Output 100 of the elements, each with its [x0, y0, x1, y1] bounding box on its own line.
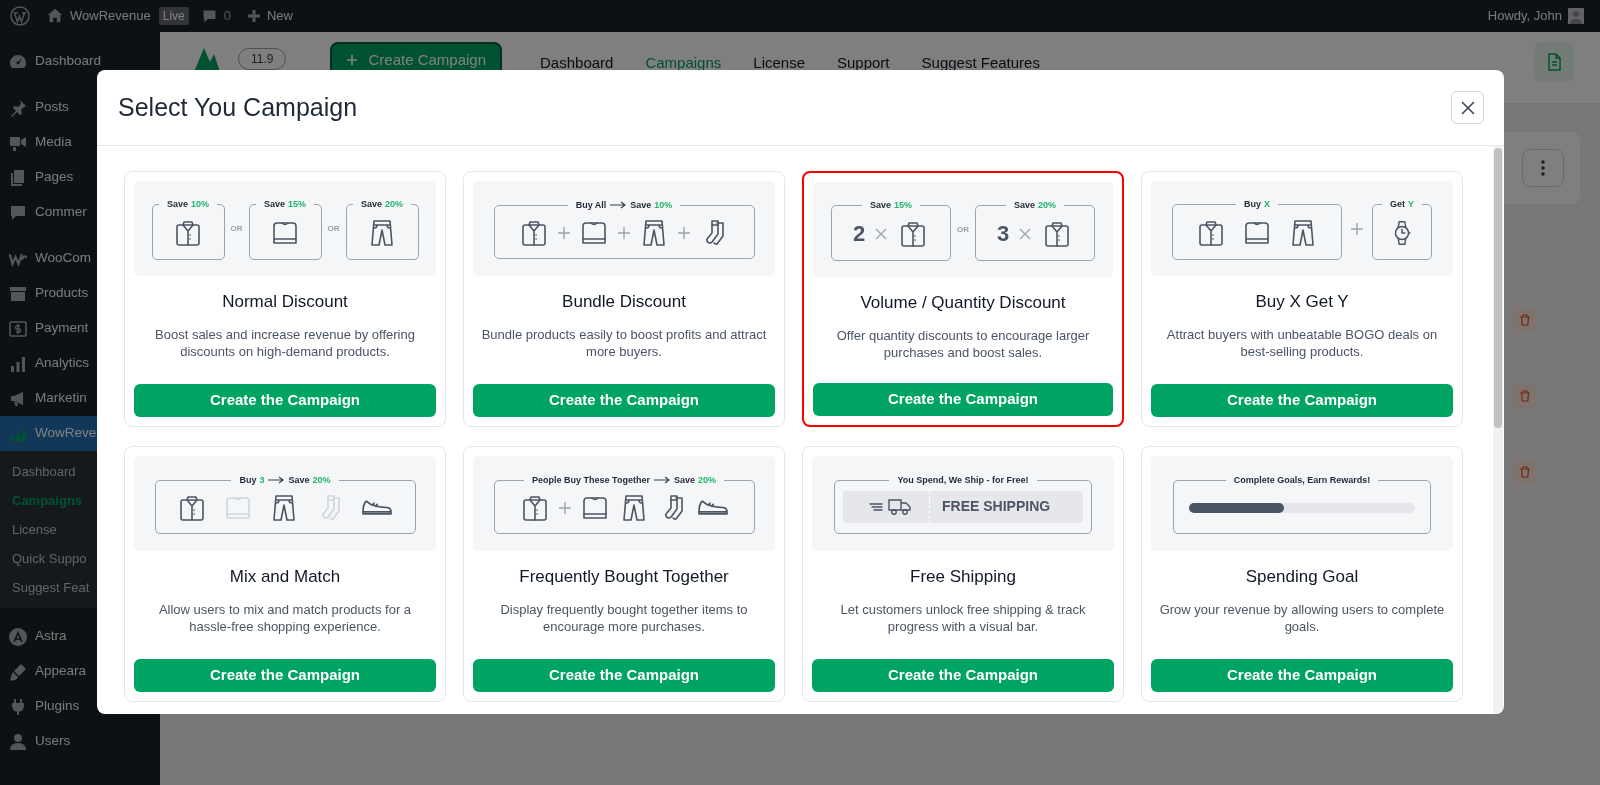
plus-icon — [1350, 221, 1364, 236]
home-icon — [46, 7, 64, 25]
plus-icon — [617, 225, 631, 240]
document-button[interactable] — [1534, 42, 1574, 82]
paintbrush-icon — [8, 661, 28, 682]
campaign-card[interactable]: Buy X Get Y Buy X Get Y Attract buyers with unbeatable BOGO deals on best-selling products. Create the Campaign — [1141, 171, 1463, 427]
or-label: OR — [327, 222, 340, 235]
campaign-card[interactable]: Complete Goals, Earn Rewards! Spending Goal Grow your revenue by allowing users to complete goals. Create the Campaign — [1141, 446, 1463, 702]
site-link[interactable]: WowRevenue — [46, 6, 151, 26]
caption-text: Save — [869, 198, 891, 212]
create-campaign-button[interactable]: Create the Campaign — [134, 384, 436, 417]
card-title: Mix and Match — [228, 566, 342, 588]
or-label: OR — [230, 222, 243, 235]
astra-logo-icon — [8, 626, 28, 647]
caption-accent: 10% — [654, 198, 673, 212]
card-description: Grow your revenue by allowing users to complete goals. — [1158, 601, 1446, 635]
caption-accent: Y — [1408, 197, 1414, 211]
caption-text: Save — [288, 473, 310, 487]
close-icon — [1459, 99, 1476, 116]
caption-accent: X — [1264, 197, 1270, 211]
caption-text: Save — [673, 473, 695, 487]
account-link[interactable]: Howdy, John — [1487, 6, 1584, 26]
caption-accent: 20% — [697, 473, 716, 487]
caption-text: You Spend, We Ship - for Free! — [897, 473, 1029, 487]
card-title: Buy X Get Y — [1254, 291, 1350, 313]
multiply-icon — [1019, 227, 1032, 240]
create-campaign-button[interactable]: Create the Campaign — [134, 659, 436, 692]
card-title: Bundle Discount — [561, 291, 687, 313]
dollar-icon — [8, 318, 28, 339]
quantity-number: 2 — [852, 220, 866, 249]
quantity-number: 3 — [996, 220, 1010, 249]
arrow-icon — [268, 476, 285, 485]
campaign-card[interactable]: Buy All Save 10% Bundle Discount Bundle products easily to boost profits and attract more buyers. Create the Campaign — [463, 171, 785, 427]
card-title: Free Shipping — [909, 566, 1017, 588]
caption-text: Complete Goals, Earn Rewards! — [1233, 473, 1371, 487]
plus-icon — [246, 9, 261, 23]
campaign-card[interactable]: People Buy These Together Save 20% Frequently Bought Together Display frequently bought together items to encourage more purchases. Create the Campaign — [463, 446, 785, 702]
create-campaign-button[interactable]: Create the Campaign — [1151, 659, 1453, 692]
caption-accent: 20% — [312, 473, 331, 487]
card-description: Display frequently bought together items to encourage more purchases. — [499, 601, 749, 635]
arrow-icon — [610, 201, 627, 210]
multiply-icon — [875, 227, 888, 240]
card-description: Bundle products easily to boost profits and attract more buyers. — [480, 326, 768, 360]
kebab-icon — [1541, 160, 1545, 176]
trash-icon — [1519, 390, 1531, 402]
create-campaign-button[interactable]: Create the Campaign — [473, 384, 775, 417]
caption-accent: 15% — [894, 198, 912, 212]
trash-icon — [1519, 314, 1531, 326]
caption-text: Buy — [239, 473, 257, 487]
close-button[interactable] — [1451, 91, 1484, 124]
campaign-card[interactable]: Save 15% 2 OR Save 20% 3 Volume / Quantity Discount Offer quantity discounts to encourage larger purchases and boost sales. Create the Campaign — [802, 171, 1124, 427]
caption-text: Get — [1390, 197, 1405, 211]
user-icon — [8, 731, 28, 752]
caption-accent: 15% — [288, 197, 306, 211]
caption-text: Save — [263, 197, 285, 211]
truck-speed-icon — [869, 497, 913, 516]
caption-accent: 20% — [1038, 198, 1056, 212]
delete-button[interactable] — [1513, 308, 1537, 332]
card-description: Offer quantity discounts to encourage larger purchases and boost sales. — [835, 327, 1091, 361]
scrollbar-thumb[interactable] — [1494, 148, 1502, 428]
caption-accent: 20% — [385, 197, 403, 211]
live-badge: Live — [158, 7, 189, 25]
card-description: Let customers unlock free shipping & track progress with a visual bar. — [839, 601, 1087, 635]
delete-button[interactable] — [1513, 460, 1537, 484]
plus-icon — [557, 225, 571, 240]
banner-text: FREE SHIPPING — [942, 497, 1051, 517]
card-title: Normal Discount — [221, 291, 349, 313]
create-campaign-button[interactable]: Create the Campaign — [473, 659, 775, 692]
caption-text: Save — [630, 198, 652, 212]
more-options-button[interactable] — [1522, 149, 1564, 187]
create-campaign-button[interactable]: Create the Campaign — [812, 659, 1114, 692]
scrollbar[interactable] — [1493, 146, 1503, 714]
card-description: Allow users to mix and match products for a hassle-free shopping experience. — [157, 601, 413, 635]
menu-item[interactable]: Media — [0, 125, 160, 160]
new-link[interactable]: New — [246, 6, 293, 26]
create-campaign-button[interactable]: Create the Campaign — [1151, 384, 1453, 417]
caption-text: Save — [1013, 198, 1035, 212]
caption-text: Buy — [1244, 197, 1261, 211]
card-title: Frequently Bought Together — [518, 566, 730, 588]
campaign-card[interactable]: Buy 3 Save 20% Mix and Match Allow users to mix and match products for a hassle-free shopping experience. Create the Campaign — [124, 446, 446, 702]
caption-accent: 3 — [259, 473, 265, 487]
avatar-icon — [1568, 8, 1584, 24]
or-label: OR — [957, 223, 969, 236]
delete-button[interactable] — [1513, 384, 1537, 408]
card-description: Attract buyers with unbeatable BOGO deals on best-selling products. — [1165, 326, 1439, 360]
modal-title: Select You Campaign — [118, 91, 358, 123]
campaign-card[interactable]: You Spend, We Ship - for Free! FREE SHIPPING Free Shipping Let customers unlock free shipping & track progress with a visual bar. Create the Campaign — [802, 446, 1124, 702]
plus-icon — [346, 54, 359, 66]
create-campaign-button[interactable]: Create the Campaign — [813, 383, 1113, 416]
comments-link[interactable]: 0 — [200, 6, 231, 26]
menu-item[interactable]: Users — [0, 724, 160, 759]
card-title: Spending Goal — [1244, 566, 1360, 588]
caption-text: People Buy These Together — [532, 473, 650, 487]
wordpress-logo-icon[interactable] — [10, 6, 30, 26]
arrow-icon — [653, 476, 670, 485]
plus-icon — [557, 500, 572, 515]
caption-accent: 10% — [191, 197, 209, 211]
campaign-card[interactable]: Save 10% OR Save 15% OR Save 20% Normal Discount Boost sales and increase revenue by offering discounts on high-demand products. Create the Campaign — [124, 171, 446, 427]
menu-item[interactable]: Dashboard — [0, 44, 160, 79]
trash-icon — [1519, 466, 1531, 478]
